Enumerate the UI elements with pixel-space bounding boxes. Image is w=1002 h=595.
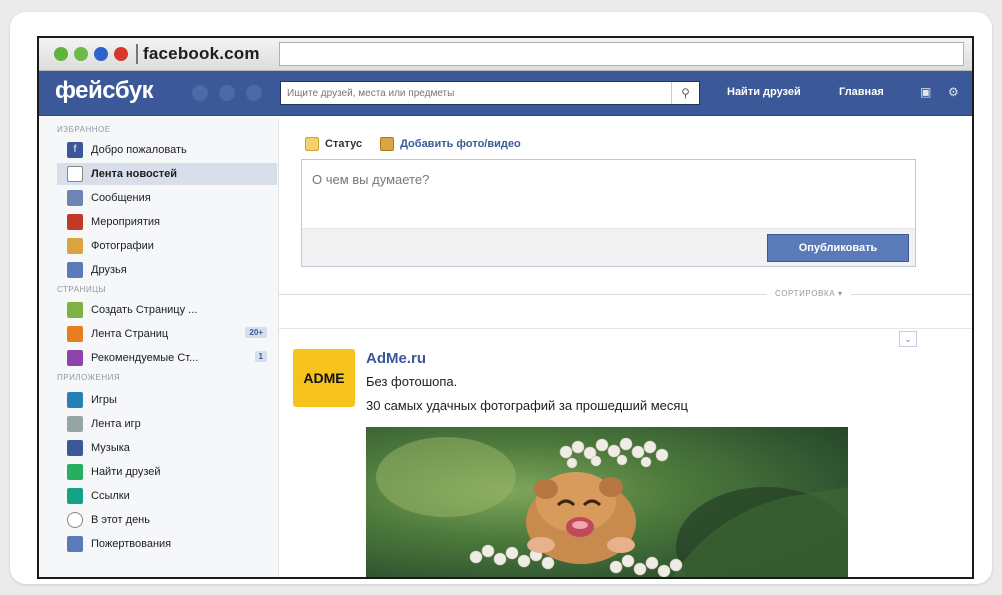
status-composer: О чем вы думаете? Опубликовать xyxy=(301,159,916,267)
post-text: Без фотошопа. xyxy=(366,374,458,389)
publish-button[interactable]: Опубликовать xyxy=(767,234,909,262)
messages-icon[interactable] xyxy=(219,85,235,101)
left-sidebar: ИЗБРАННОЕ f Добро пожаловать Лента новос… xyxy=(39,117,279,577)
composer-tabs: Статус Добавить фото/видео xyxy=(305,134,521,154)
sidebar-item-on-this-day[interactable]: В этот день xyxy=(57,509,277,531)
create-page-icon xyxy=(67,302,83,318)
browser-toolbar: facebook.com xyxy=(39,38,972,71)
count-badge: 1 xyxy=(254,351,267,362)
close-window-icon[interactable] xyxy=(114,47,128,61)
search-icon[interactable]: ⚲ xyxy=(671,82,699,104)
friends-icon xyxy=(67,262,83,278)
sidebar-item-label: Найти друзей xyxy=(91,466,161,478)
post-options-chevron-icon[interactable]: ⌄ xyxy=(899,331,917,347)
recommended-icon xyxy=(67,350,83,366)
window-button-icon[interactable] xyxy=(74,47,88,61)
sidebar-item-games[interactable]: Игры xyxy=(57,389,277,411)
find-friends-icon xyxy=(67,464,83,480)
sidebar-item-donations[interactable]: Пожертвования xyxy=(57,533,277,555)
post-photo[interactable] xyxy=(366,427,848,577)
tab-status[interactable]: Статус xyxy=(305,137,362,151)
sidebar-item-photos[interactable]: Фотографии xyxy=(57,235,277,257)
games-feed-icon xyxy=(67,416,83,432)
search-box: ⚲ xyxy=(280,81,700,105)
messages-icon xyxy=(67,190,83,206)
divider xyxy=(279,294,972,295)
tab-status-label: Статус xyxy=(325,138,363,150)
sidebar-item-label: Мероприятия xyxy=(91,216,160,228)
section-apps: ПРИЛОЖЕНИЯ xyxy=(57,373,121,382)
home-link[interactable]: Главная xyxy=(839,86,884,98)
sort-dropdown[interactable]: СОРТИРОВКА ▾ xyxy=(767,289,851,298)
tab-add-photo-video[interactable]: Добавить фото/видео xyxy=(380,137,521,151)
sidebar-item-label: Сообщения xyxy=(91,192,151,204)
status-icon xyxy=(305,137,319,151)
facebook-icon: f xyxy=(67,142,83,158)
sidebar-item-news-feed[interactable]: Лента новостей xyxy=(57,163,277,185)
games-icon xyxy=(67,392,83,408)
sidebar-item-welcome[interactable]: f Добро пожаловать xyxy=(57,139,277,161)
sidebar-item-links[interactable]: Ссылки xyxy=(57,485,277,507)
sidebar-item-label: Музыка xyxy=(91,442,130,454)
sidebar-item-games-feed[interactable]: Лента игр xyxy=(57,413,277,435)
settings-icon[interactable]: ⚙ xyxy=(948,85,959,99)
find-friends-link[interactable]: Найти друзей xyxy=(727,86,801,98)
count-badge: 20+ xyxy=(245,327,267,338)
screenshot-frame: facebook.com фейсбук ⚲ Найти друзей Глав… xyxy=(37,36,974,579)
window-button-icon[interactable] xyxy=(54,47,68,61)
pages-feed-icon xyxy=(67,326,83,342)
sidebar-item-friends[interactable]: Друзья xyxy=(57,259,277,281)
sidebar-item-events[interactable]: Мероприятия xyxy=(57,211,277,233)
address-bar[interactable] xyxy=(279,42,964,66)
sidebar-item-pages-feed[interactable]: Лента Страниц 20+ xyxy=(57,323,277,345)
sidebar-item-label: В этот день xyxy=(91,514,150,526)
photo-icon xyxy=(380,137,395,151)
photos-icon xyxy=(67,238,83,254)
window-button-icon[interactable] xyxy=(94,47,108,61)
links-icon xyxy=(67,488,83,504)
sidebar-item-music[interactable]: Музыка xyxy=(57,437,277,459)
sidebar-item-messages[interactable]: Сообщения xyxy=(57,187,277,209)
composer-footer: Опубликовать xyxy=(302,228,915,266)
sidebar-item-label: Лента игр xyxy=(91,418,141,430)
sidebar-item-label: Ссылки xyxy=(91,490,130,502)
sidebar-item-label: Игры xyxy=(91,394,117,406)
sidebar-item-label: Лента новостей xyxy=(91,168,177,180)
facebook-logo[interactable]: фейсбук xyxy=(55,77,154,105)
divider xyxy=(136,44,138,64)
sidebar-item-label: Лента Страниц xyxy=(91,328,169,340)
sidebar-item-find-friends[interactable]: Найти друзей xyxy=(57,461,277,483)
donations-icon xyxy=(67,536,83,552)
url-text[interactable]: facebook.com xyxy=(143,44,260,64)
divider xyxy=(279,328,972,329)
on-this-day-icon xyxy=(67,512,83,528)
music-icon xyxy=(67,440,83,456)
sidebar-item-label: Фотографии xyxy=(91,240,154,252)
sidebar-item-recommended-pages[interactable]: Рекомендуемые Ст... 1 xyxy=(57,347,277,369)
status-input[interactable]: О чем вы думаете? xyxy=(312,172,429,187)
search-input[interactable] xyxy=(281,82,666,104)
sidebar-item-label: Пожертвования xyxy=(91,538,172,550)
post-author-link[interactable]: AdMe.ru xyxy=(366,350,426,367)
post-text: 30 самых удачных фотографий за прошедший… xyxy=(366,398,688,413)
sidebar-item-label: Рекомендуемые Ст... xyxy=(91,352,199,364)
page-avatar[interactable]: ADME xyxy=(293,349,355,407)
sidebar-item-label: Друзья xyxy=(91,264,127,276)
privacy-icon[interactable]: ▣ xyxy=(920,85,931,99)
friend-requests-icon[interactable] xyxy=(192,85,208,101)
news-feed-icon xyxy=(67,166,83,182)
section-favorites: ИЗБРАННОЕ xyxy=(57,125,111,134)
calendar-icon xyxy=(67,214,83,230)
sidebar-item-create-page[interactable]: Создать Страницу ... xyxy=(57,299,277,321)
facebook-header: фейсбук ⚲ Найти друзей Главная ▣ ⚙ xyxy=(39,71,972,116)
mouse-in-flowers-photo xyxy=(376,437,848,577)
sidebar-item-label: Добро пожаловать xyxy=(91,144,187,156)
notifications-icon[interactable] xyxy=(246,85,262,101)
sidebar-item-label: Создать Страницу ... xyxy=(91,304,198,316)
tab-photo-label: Добавить фото/видео xyxy=(400,138,521,150)
section-pages: СТРАНИЦЫ xyxy=(57,285,107,294)
